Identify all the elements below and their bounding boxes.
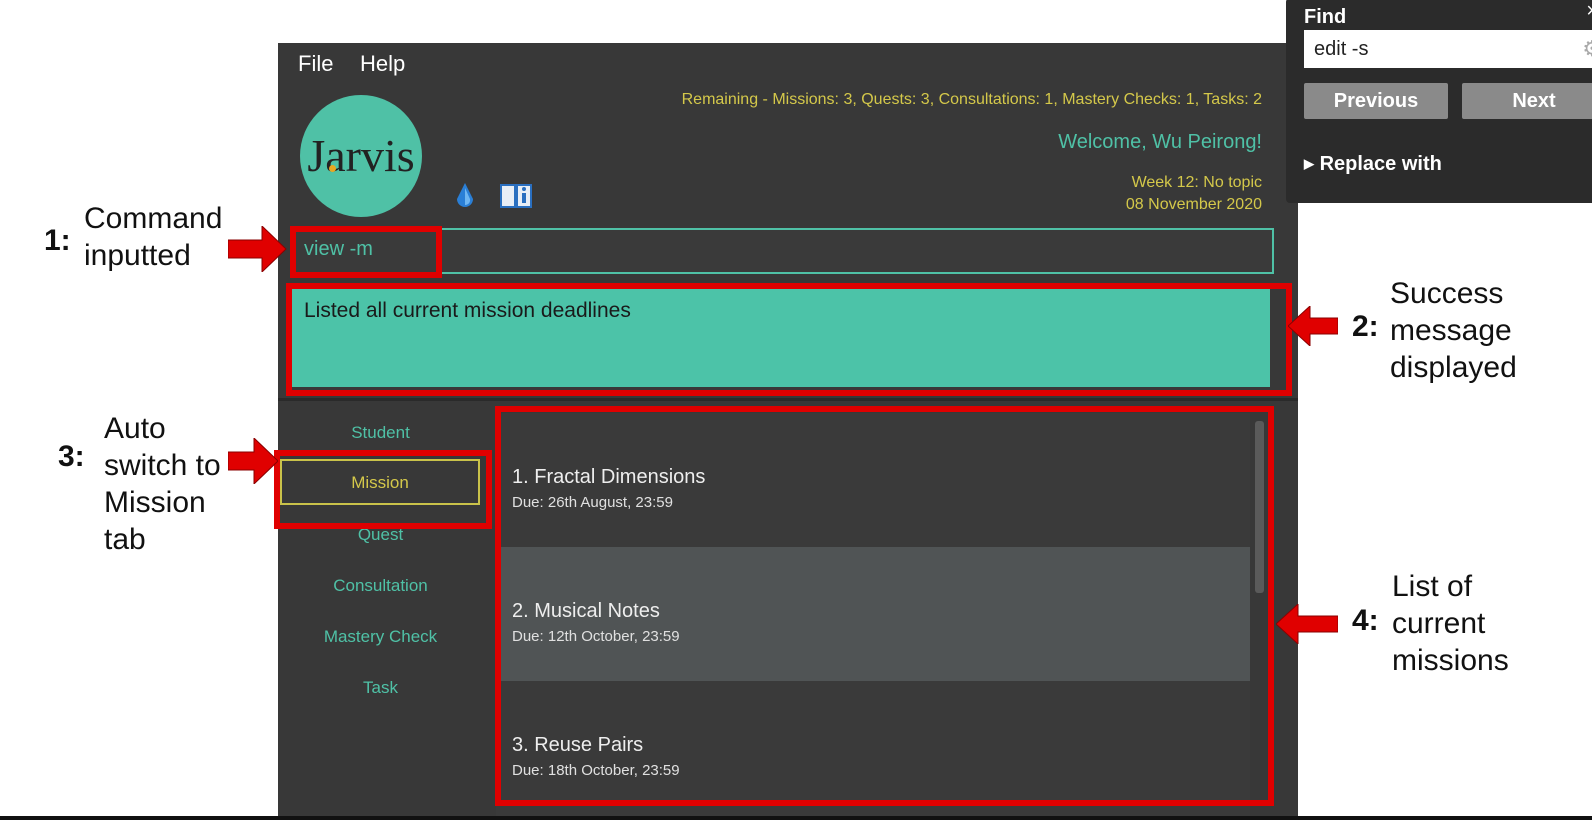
find-panel: Find × ⚙ Previous Next ▶ Replace with xyxy=(1286,0,1592,203)
tab-student[interactable]: Student xyxy=(278,423,483,443)
tab-consultation[interactable]: Consultation xyxy=(278,576,483,596)
replace-with-label: Replace with xyxy=(1319,153,1442,175)
find-next-button[interactable]: Next xyxy=(1462,83,1592,119)
annotation-box-command xyxy=(290,226,442,278)
date-label: 08 November 2020 xyxy=(1125,196,1262,213)
annotation-text-1: Command inputted xyxy=(84,202,223,272)
arrow-right-icon xyxy=(228,438,278,484)
menu-file[interactable]: File xyxy=(298,51,333,77)
jarvis-logo: Jarvis xyxy=(300,95,422,217)
arrow-left-icon xyxy=(1288,306,1338,346)
triangle-right-icon: ▶ xyxy=(1304,156,1314,171)
arrow-left-icon xyxy=(1276,604,1338,644)
tab-task[interactable]: Task xyxy=(278,678,483,698)
bottom-border xyxy=(0,816,1592,820)
find-input[interactable] xyxy=(1304,30,1592,68)
find-title: Find xyxy=(1304,6,1347,28)
menu-help[interactable]: Help xyxy=(360,51,405,77)
week-label: Week 12: No topic xyxy=(1131,174,1262,191)
annotation-box-result xyxy=(286,283,1292,396)
annotation-number-2: 2: xyxy=(1352,310,1379,343)
annotation-number-1: 1: xyxy=(44,224,71,257)
gear-icon[interactable]: ⚙ xyxy=(1582,36,1592,62)
close-icon[interactable]: × xyxy=(1586,0,1592,23)
annotation-text-4: List of current missions xyxy=(1392,570,1509,677)
tab-mastery-check[interactable]: Mastery Check xyxy=(278,627,483,647)
logo-dot xyxy=(329,165,336,172)
remaining-summary: Remaining - Missions: 3, Quests: 3, Cons… xyxy=(681,91,1262,108)
welcome-message: Welcome, Wu Peirong! xyxy=(1058,131,1262,153)
logo-text: Jarvis xyxy=(307,130,415,181)
annotation-number-3: 3: xyxy=(58,440,85,473)
arrow-right-icon xyxy=(228,226,287,272)
annotation-number-4: 4: xyxy=(1352,604,1379,637)
annotation-box-mission-tab xyxy=(274,450,492,529)
find-previous-button[interactable]: Previous xyxy=(1304,83,1448,119)
annotation-text-2: Success message displayed xyxy=(1390,277,1517,384)
book-info-icon[interactable] xyxy=(500,182,532,210)
annotation-box-list xyxy=(495,406,1274,806)
replace-with-toggle[interactable]: ▶ Replace with xyxy=(1304,153,1442,176)
menu-bar: File Help xyxy=(278,43,1298,88)
drop-icon[interactable] xyxy=(455,182,475,212)
annotation-text-3: Auto switch to Mission tab xyxy=(104,412,221,556)
